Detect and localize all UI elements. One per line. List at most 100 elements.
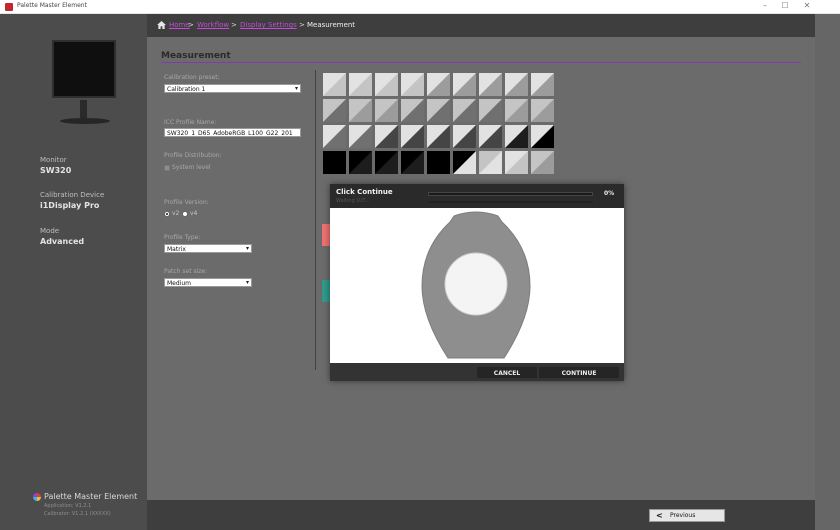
patch-cell xyxy=(478,98,503,123)
maximize-icon[interactable]: ☐ xyxy=(778,1,792,10)
patch-cell xyxy=(452,150,477,175)
dialog-footer: CANCEL CONTINUE xyxy=(330,363,624,381)
chevron-down-icon: ▾ xyxy=(245,279,249,286)
patch-cell xyxy=(530,124,555,149)
color-swatch xyxy=(322,224,330,246)
color-swatch xyxy=(322,280,330,302)
profile-type-value: Matrix xyxy=(167,246,186,253)
patch-cell xyxy=(426,150,451,175)
patch-cell xyxy=(478,124,503,149)
icc-profile-label: ICC Profile Name: xyxy=(164,119,217,126)
patch-cell xyxy=(348,72,373,97)
profile-type-label: Profile Type: xyxy=(164,234,201,241)
patch-cell xyxy=(374,150,399,175)
patch-cell xyxy=(374,124,399,149)
dialog-body xyxy=(330,184,624,363)
mode-value: Advanced xyxy=(40,237,85,246)
scrollbar[interactable] xyxy=(815,14,840,530)
breadcrumb: Home > Workflow > Display Settings > Mea… xyxy=(147,14,815,37)
patch-cell xyxy=(400,124,425,149)
patch-cell xyxy=(452,72,477,97)
breadcrumb-current: Measurement xyxy=(307,21,356,29)
calibration-preset-value: Calibration 1 xyxy=(167,86,206,93)
secondary-progress-bar xyxy=(428,201,593,203)
device-label: Calibration Device xyxy=(40,191,105,199)
close-icon[interactable]: ✕ xyxy=(800,1,814,10)
chevron-down-icon: ▾ xyxy=(294,85,298,92)
monitor-icon xyxy=(52,40,116,98)
page-title: Measurement xyxy=(161,51,231,61)
v2-label: v2 xyxy=(172,210,180,217)
patch-cell xyxy=(426,124,451,149)
patch-size-select[interactable]: Medium ▾ xyxy=(164,278,252,287)
patch-cell xyxy=(374,98,399,123)
breadcrumb-home[interactable]: Home xyxy=(169,21,190,29)
patch-cell xyxy=(322,98,347,123)
patch-size-label: Patch set size: xyxy=(164,268,208,275)
palette-logo-icon xyxy=(33,493,41,501)
minimize-icon[interactable]: – xyxy=(758,1,772,10)
progress-bar xyxy=(428,192,593,196)
previous-button[interactable]: < Previous xyxy=(649,509,725,522)
patch-cell xyxy=(374,72,399,97)
home-icon[interactable] xyxy=(157,21,166,29)
system-level-label: System level xyxy=(172,164,211,171)
patch-cell xyxy=(322,124,347,149)
chevron-left-icon: < xyxy=(656,511,663,520)
patch-cell xyxy=(530,72,555,97)
patch-cell xyxy=(426,98,451,123)
patch-size-value: Medium xyxy=(167,280,191,287)
calibrator-version: Calibrator: V1.2.1 (XXXXX) xyxy=(44,511,111,517)
cancel-button[interactable]: CANCEL xyxy=(477,367,537,378)
calibration-preset-label: Calibration preset: xyxy=(164,74,220,81)
profile-version-label: Profile Version: xyxy=(164,199,209,206)
patch-cell xyxy=(478,150,503,175)
brand-name: Palette Master Element xyxy=(44,492,138,501)
patch-cell xyxy=(400,150,425,175)
patch-cell xyxy=(478,72,503,97)
patch-cell xyxy=(322,150,347,175)
app-icon xyxy=(5,3,13,11)
profile-type-select[interactable]: Matrix ▾ xyxy=(164,244,252,253)
title-bar: Palette Master Element – ☐ ✕ xyxy=(0,0,840,14)
calibration-preset-select[interactable]: Calibration 1 ▾ xyxy=(164,84,301,93)
continue-button[interactable]: CONTINUE xyxy=(539,367,619,378)
patch-cell xyxy=(322,72,347,97)
breadcrumb-workflow[interactable]: Workflow xyxy=(197,21,229,29)
patch-cell xyxy=(348,124,373,149)
patch-cell xyxy=(400,98,425,123)
window-title: Palette Master Element xyxy=(17,2,87,9)
patch-cell xyxy=(504,150,529,175)
progress-percent: 0% xyxy=(604,190,615,197)
measurement-patches xyxy=(322,72,555,192)
sidebar: Monitor SW320 Calibration Device i1Displ… xyxy=(0,14,147,530)
patch-cell xyxy=(452,98,477,123)
breadcrumb-display-settings[interactable]: Display Settings xyxy=(240,21,297,29)
chevron-down-icon: ▾ xyxy=(245,245,249,252)
icc-profile-input[interactable]: SW320_1_D65_AdobeRGB_L100_G22_201 xyxy=(164,128,301,137)
patch-cell xyxy=(400,72,425,97)
calibration-dialog: Click Continue Waiting LUT... 0% CANCEL … xyxy=(330,184,624,381)
footer-bar: < Previous xyxy=(147,500,815,530)
colorimeter-placement-icon xyxy=(421,184,531,359)
breadcrumb-separator: > xyxy=(231,21,237,29)
dialog-header: Click Continue Waiting LUT... 0% xyxy=(330,184,624,208)
panel-divider xyxy=(315,70,316,370)
monitor-value: SW320 xyxy=(40,166,72,175)
patch-cell xyxy=(426,72,451,97)
previous-label: Previous xyxy=(670,512,696,519)
dialog-title: Click Continue xyxy=(336,188,393,196)
monitor-label: Monitor xyxy=(40,156,67,164)
dialog-subtitle: Waiting LUT... xyxy=(336,198,370,204)
v2-radio[interactable] xyxy=(164,211,170,217)
breadcrumb-separator: > xyxy=(299,21,305,29)
patch-cell xyxy=(348,150,373,175)
device-value: i1Display Pro xyxy=(40,201,100,210)
mode-label: Mode xyxy=(40,227,60,235)
system-level-checkbox[interactable] xyxy=(164,165,170,171)
patch-cell xyxy=(348,98,373,123)
patch-cell xyxy=(452,124,477,149)
v4-radio[interactable] xyxy=(182,211,188,217)
breadcrumb-separator: > xyxy=(188,21,194,29)
patch-cell xyxy=(530,98,555,123)
